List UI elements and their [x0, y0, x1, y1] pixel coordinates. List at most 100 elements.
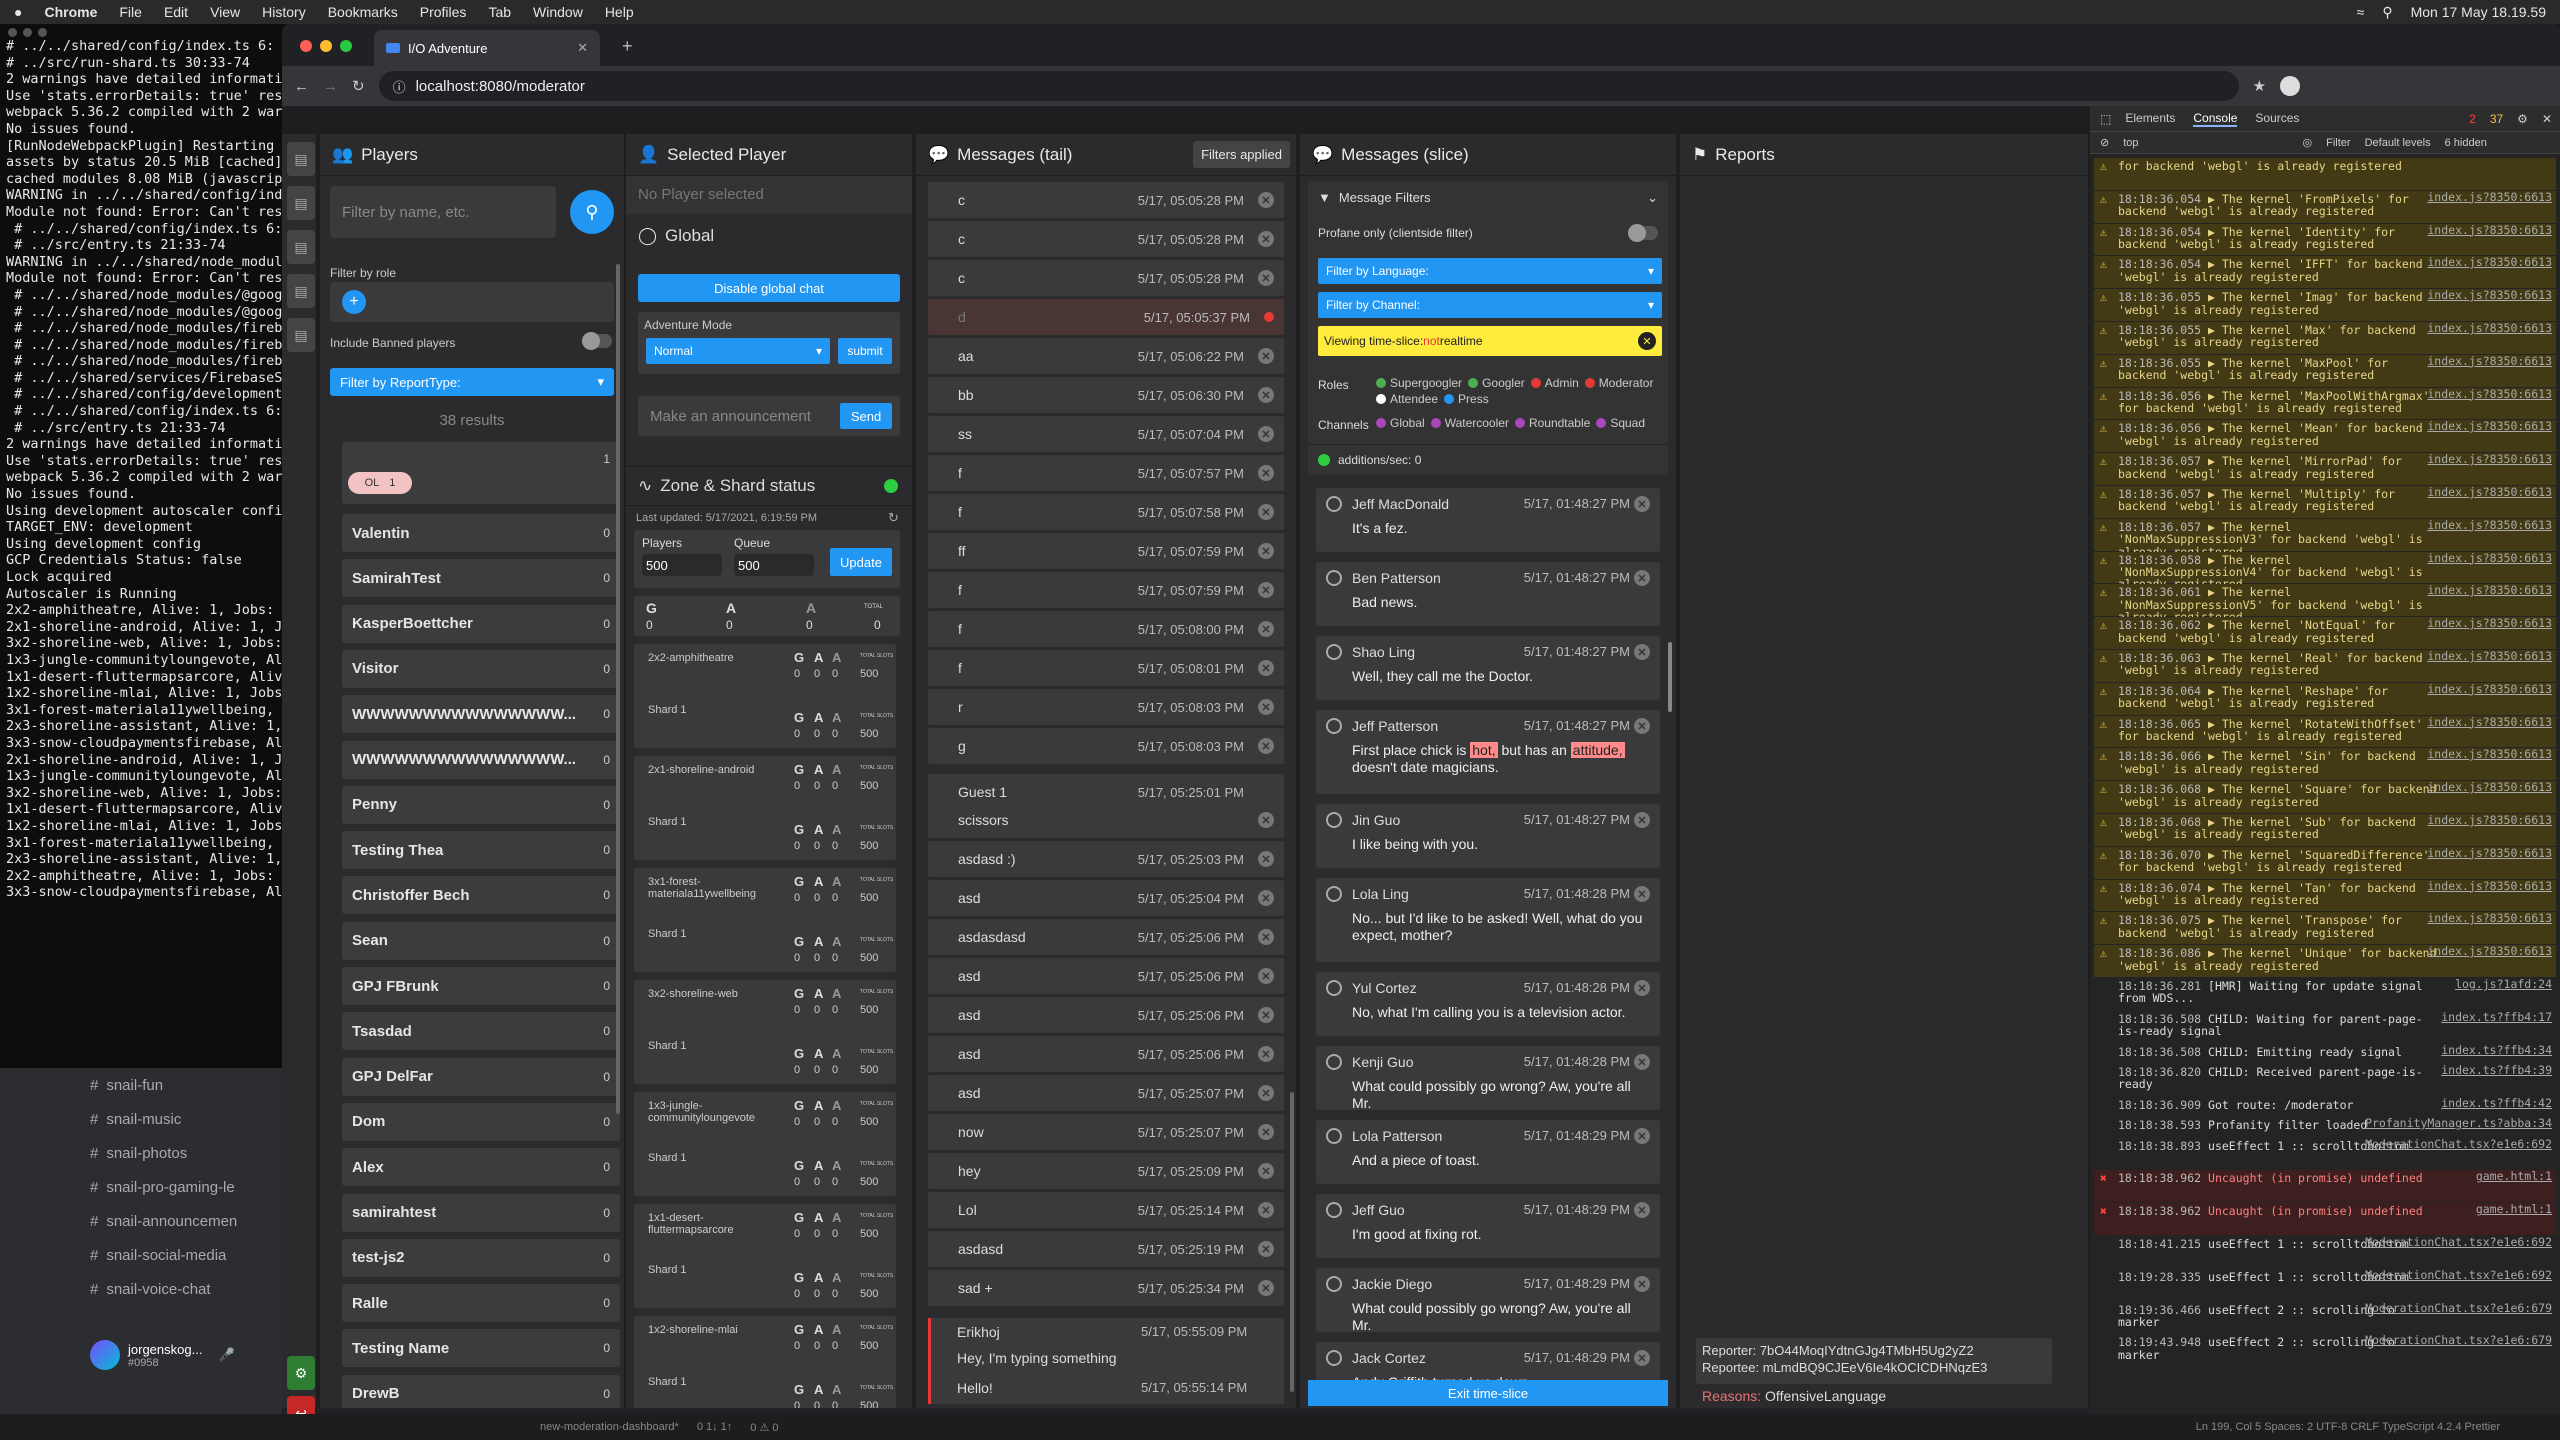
tail-scrollbar[interactable] — [1290, 1092, 1294, 1392]
console-message[interactable]: ⚠ 18:18:36.056 ▶ The kernel 'MaxPoolWithA… — [2094, 387, 2556, 420]
console-message[interactable]: ⚠ 18:18:36.070 ▶ The kernel 'SquaredDiffe… — [2094, 846, 2556, 879]
console-message[interactable]: 18:18:36.281 [HMR] Waiting for update si… — [2094, 978, 2556, 1010]
console-message[interactable]: ⚠ 18:18:36.075 ▶ The kernel 'Transpose' f… — [2094, 912, 2556, 945]
menu-edit[interactable]: Edit — [164, 4, 188, 20]
disable-global-chat-button[interactable]: Disable global chat — [638, 274, 900, 302]
console-source-link[interactable]: index.js?8350:6613 — [2427, 748, 2552, 761]
menu-help[interactable]: Help — [605, 4, 634, 20]
delete-message-icon[interactable]: ✕ — [1258, 465, 1274, 481]
refresh-icon[interactable]: ↻ — [888, 510, 899, 526]
message-row[interactable]: asd 5/17, 05:25:07 PM ✕ — [928, 1075, 1284, 1111]
slice-message[interactable]: Jeff Guo 5/17, 01:48:29 PM ✕ I'm good at fi… — [1316, 1194, 1660, 1258]
channel-tag[interactable]: Roundtable — [1514, 416, 1590, 430]
log-levels-select[interactable]: Default levels — [2365, 137, 2431, 149]
console-source-link[interactable]: index.js?8350:6613 — [2427, 256, 2552, 269]
queue-input[interactable]: 500 — [734, 554, 814, 576]
submit-mode-button[interactable]: submit — [838, 338, 892, 364]
delete-message-icon[interactable]: ✕ — [1258, 1007, 1274, 1023]
discord-channel[interactable]: # snail-photos — [0, 1136, 290, 1170]
console-message[interactable]: ⚠ 18:18:36.058 ▶ The kernel 'NonMaxSuppre… — [2094, 551, 2556, 591]
problems-count[interactable]: 0 ⚠ 0 — [750, 1421, 778, 1434]
include-banned-toggle[interactable] — [582, 332, 612, 350]
clear-console-icon[interactable]: ⊘ — [2100, 136, 2109, 149]
zone-card[interactable]: 3x2-shoreline-web Shard 1 G A A TOTAL SLOTS 0 0… — [634, 980, 896, 1084]
player-item[interactable]: KasperBoettcher 0 — [342, 604, 620, 643]
git-branch[interactable]: new-moderation-dashboard* — [540, 1421, 679, 1433]
language-filter[interactable]: Filter by Language: ▾ — [1318, 258, 1662, 284]
console-message[interactable]: 18:19:36.466 useEffect 2 :: scrolling to… — [2094, 1301, 2556, 1334]
message-row[interactable]: c 5/17, 05:05:28 PM ✕ — [928, 182, 1284, 218]
zone-card[interactable]: 1x2-shoreline-mlai Shard 1 G A A TOTAL SLOTS 0… — [634, 1316, 896, 1408]
console-message[interactable]: ⚠ 18:18:36.055 ▶ The kernel 'MaxPool' for… — [2094, 354, 2556, 387]
player-item[interactable]: Testing Name 0 — [342, 1329, 620, 1368]
reload-icon[interactable]: ↻ — [352, 77, 365, 95]
delete-message-icon[interactable]: ✕ — [1634, 886, 1650, 902]
player-item[interactable]: Valentin 0 — [342, 514, 620, 552]
inspect-icon[interactable]: ⬚ — [2100, 112, 2111, 126]
console-source-link[interactable]: index.js?8350:6613 — [2427, 289, 2552, 302]
console-source-link[interactable]: index.js?8350:6613 — [2427, 781, 2552, 794]
extensions-icon[interactable]: ★ — [2253, 77, 2266, 95]
player-item[interactable]: GPJ DelFar 0 — [342, 1057, 620, 1096]
minimize-window-button[interactable] — [320, 40, 332, 52]
message-row[interactable]: d 5/17, 05:05:37 PM — [928, 299, 1284, 335]
console-source-link[interactable]: index.js?8350:6613 — [2427, 846, 2552, 859]
message-filters-header[interactable]: ▼ Message Filters ⌄ — [1318, 190, 1658, 206]
message-row[interactable]: asdasd :) 5/17, 05:25:03 PM ✕ — [928, 841, 1284, 877]
message-row[interactable]: ff 5/17, 05:07:59 PM ✕ — [928, 533, 1284, 569]
report-card[interactable]: Reporter: 7bO44MoqIYdtnGJg4TMbH5Ug2yZ2 R… — [1696, 1338, 2052, 1384]
console-message[interactable]: 18:18:36.508 CHILD: Waiting for parent-p… — [2094, 1010, 2556, 1043]
delete-message-icon[interactable]: ✕ — [1634, 812, 1650, 828]
delete-message-icon[interactable]: ✕ — [1258, 426, 1274, 442]
console-source-link[interactable]: index.js?8350:6613 — [2427, 453, 2552, 466]
rail-item-4-icon[interactable]: ▤ — [287, 274, 315, 308]
delete-message-icon[interactable]: ✕ — [1258, 1163, 1274, 1179]
adventure-mode-select[interactable]: Normal ▾ — [646, 338, 830, 364]
message-row[interactable]: g 5/17, 05:08:03 PM ✕ — [928, 728, 1284, 764]
console-source-link[interactable]: index.js?8350:6613 — [2427, 190, 2552, 203]
address-bar[interactable]: ⓘ localhost:8080/moderator — [378, 71, 2239, 101]
player-item[interactable]: Christoffer Bech 0 — [342, 876, 620, 915]
delete-message-icon[interactable]: ✕ — [1258, 890, 1274, 906]
warning-count[interactable]: 37 — [2490, 112, 2503, 126]
console-source-link[interactable]: index.js?8350:6613 — [2427, 650, 2552, 663]
console-source-link[interactable]: log.js?1afd:24 — [2455, 978, 2552, 991]
console-source-link[interactable]: index.js?8350:6613 — [2427, 387, 2552, 400]
console-message[interactable]: ⚠ 18:18:36.062 ▶ The kernel 'NotEqual' fo… — [2094, 617, 2556, 649]
apple-icon[interactable]: ● — [14, 4, 22, 20]
role-tag[interactable]: Moderator — [1584, 376, 1653, 390]
console-message[interactable]: 18:19:28.335 useEffect 1 :: scrolltobott… — [2094, 1268, 2556, 1301]
players-capacity-input[interactable]: 500 — [642, 554, 722, 576]
close-devtools-icon[interactable]: ✕ — [2542, 112, 2560, 126]
slice-message[interactable]: Ben Patterson 5/17, 01:48:27 PM ✕ Bad news. — [1316, 562, 1660, 626]
close-window-button[interactable] — [300, 40, 312, 52]
discord-channel[interactable]: # snail-announcemen — [0, 1204, 290, 1238]
console-message[interactable]: ⚠ 18:18:36.063 ▶ The kernel 'Real' for ba… — [2094, 650, 2556, 682]
announcement-input[interactable]: Make an announcement — [638, 408, 811, 425]
console-message[interactable]: ✖ 18:18:38.962 Uncaught (in promise) unde… — [2094, 1170, 2556, 1203]
role-tag[interactable]: Supergoogler — [1376, 376, 1462, 390]
message-row[interactable]: c 5/17, 05:05:28 PM ✕ — [928, 260, 1284, 296]
console-source-link[interactable]: game.html:1 — [2476, 1203, 2552, 1216]
message-row[interactable]: asd 5/17, 05:25:06 PM ✕ — [928, 1036, 1284, 1072]
delete-message-icon[interactable]: ✕ — [1258, 1046, 1274, 1062]
console-message[interactable]: ⚠ 18:18:36.064 ▶ The kernel 'Reshape' for… — [2094, 682, 2556, 715]
message-row[interactable]: f 5/17, 05:07:59 PM ✕ — [928, 572, 1284, 608]
slice-message[interactable]: Lola Patterson 5/17, 01:48:29 PM ✕ And a pi… — [1316, 1120, 1660, 1184]
console-message[interactable]: ⚠ 18:18:36.068 ▶ The kernel 'Square' for … — [2094, 781, 2556, 813]
context-select[interactable]: top — [2123, 137, 2138, 149]
console-source-link[interactable]: index.ts?ffb4:39 — [2441, 1064, 2552, 1077]
delete-message-icon[interactable]: ✕ — [1258, 348, 1274, 364]
menu-history[interactable]: History — [262, 4, 306, 20]
player-item[interactable]: Visitor 0 — [342, 649, 620, 688]
discord-channel[interactable]: # snail-music — [0, 1102, 290, 1136]
git-sync[interactable]: 0 1↓ 1↑ — [697, 1421, 732, 1433]
rail-item-5-icon[interactable]: ▤ — [287, 318, 315, 352]
send-announcement-button[interactable]: Send — [840, 403, 892, 429]
app-menu[interactable]: Chrome — [44, 4, 97, 20]
devtools-tab-elements[interactable]: Elements — [2125, 111, 2175, 127]
channel-tag[interactable]: Squad — [1596, 416, 1645, 430]
error-count[interactable]: 2 — [2469, 112, 2476, 126]
player-item[interactable]: GPJ FBrunk 0 — [342, 967, 620, 1005]
delete-message-icon[interactable] — [1264, 312, 1274, 322]
